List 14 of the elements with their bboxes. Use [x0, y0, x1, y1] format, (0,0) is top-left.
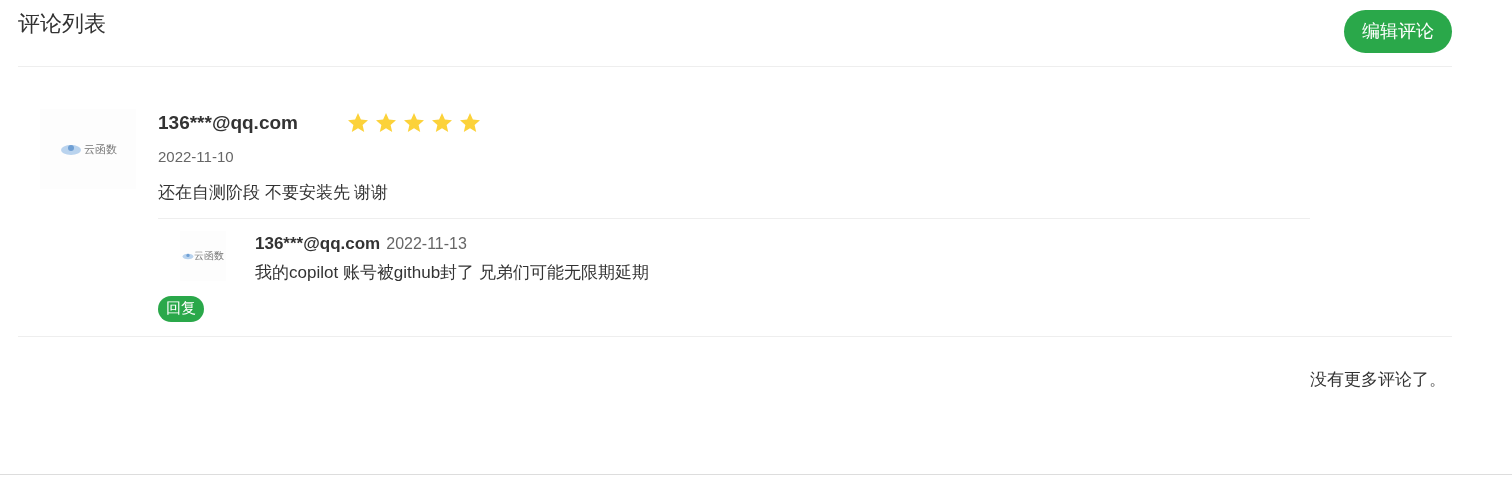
- reply-text: 我的copilot 账号被github封了 兄弟们可能无限期延期: [255, 262, 649, 284]
- reply-date: 2022-11-13: [386, 233, 467, 254]
- cloud-logo-icon: [182, 251, 194, 260]
- comment-author: 136***@qq.com: [158, 111, 299, 135]
- comment-date: 2022-11-10: [158, 146, 235, 167]
- no-more-comments-text: 没有更多评论了。: [1310, 368, 1446, 391]
- edit-comment-button[interactable]: 编辑评论: [1344, 10, 1452, 53]
- reply-author: 136***@qq.com: [255, 232, 381, 255]
- comment-text: 还在自测阶段 不要安装先 谢谢: [158, 180, 1310, 219]
- reply-button[interactable]: 回复: [158, 295, 204, 322]
- section-title: 评论列表: [18, 10, 106, 38]
- cloud-logo-icon: [59, 142, 82, 156]
- logo-text: 云函数: [83, 143, 117, 155]
- logo-text: 云函数: [194, 250, 224, 261]
